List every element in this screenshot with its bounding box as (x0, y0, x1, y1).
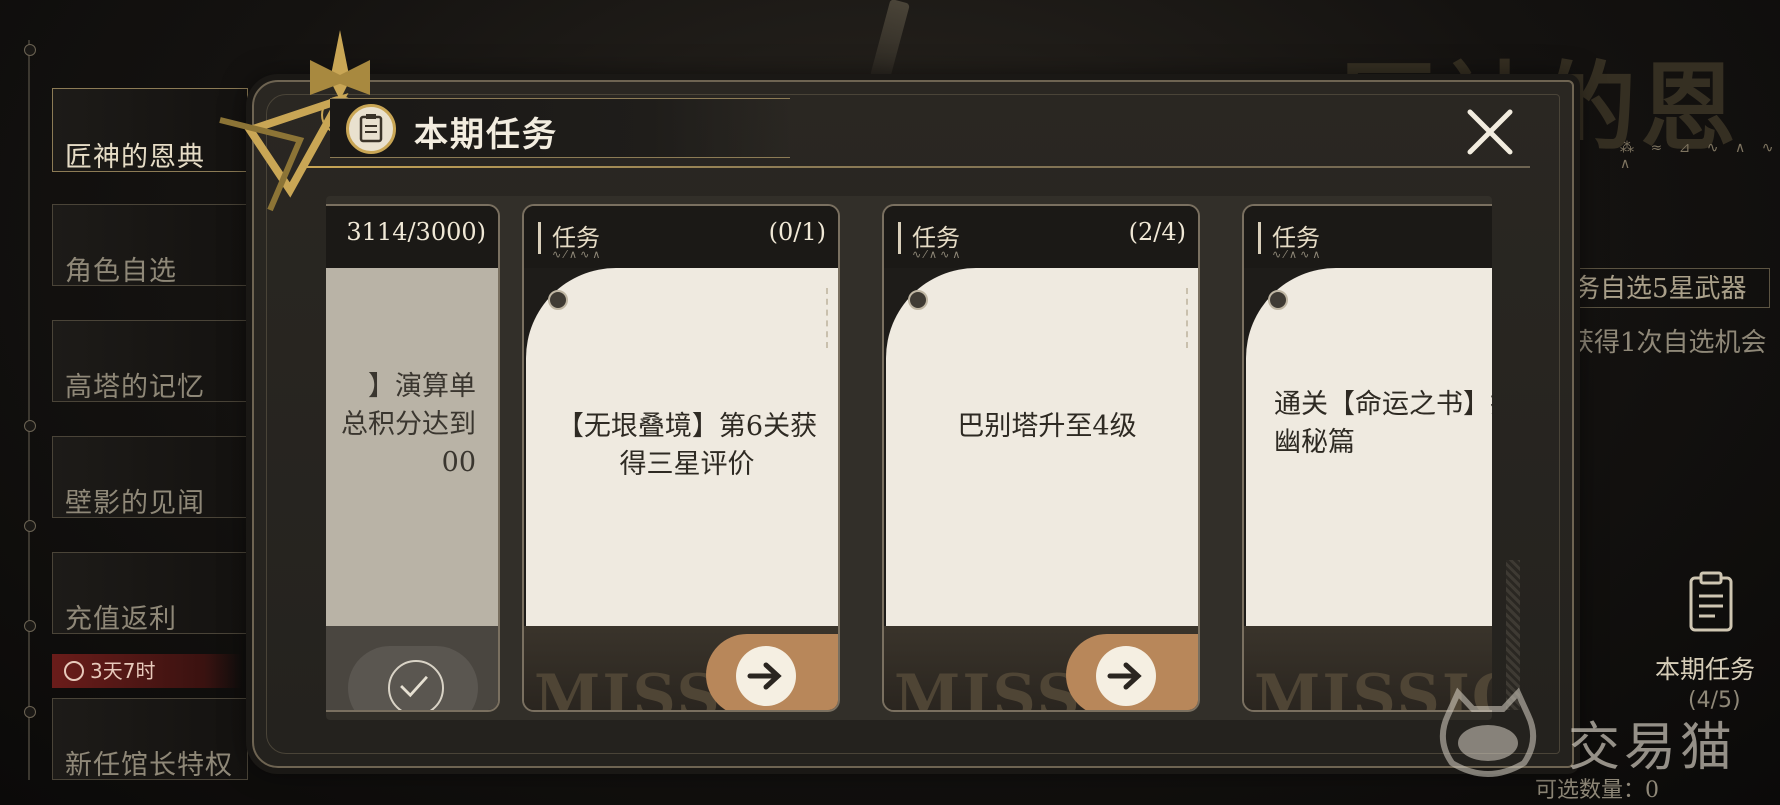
arrow-right-icon (1096, 646, 1156, 706)
timer-text: 3天7时 (90, 659, 156, 683)
task-paper: 巴别塔升至4级 (886, 268, 1198, 626)
task-card[interactable]: 任务 ∿⁄∧∿∧ (0/1) 【无垠叠境】第6关获得三星评价 MISSION (522, 204, 840, 712)
task-card-completed[interactable]: 3114/3000) 】演算单 总积分达到 00 (326, 204, 500, 712)
rail-dot (24, 706, 36, 718)
paper-edge (1183, 288, 1188, 348)
task-paper: 】演算单 总积分达到 00 (326, 268, 498, 626)
reward-tag: 务自选5星武器 (1565, 268, 1770, 308)
task-sublabel-glyphs: ∿⁄∧∿∧ (552, 248, 604, 261)
pin-icon (1268, 290, 1288, 310)
task-paper: 【无垠叠境】第6关获得三星评价 (526, 268, 838, 626)
task-progress: 3114/3000) (346, 218, 486, 246)
side-item[interactable]: 充值返利 (52, 552, 248, 635)
side-item-label: 高塔的记忆 (65, 372, 205, 403)
go-button[interactable] (706, 634, 838, 710)
task-paper: 通关【命运之书】探索模式幽秘篇 (1246, 268, 1492, 626)
label-bar (898, 222, 901, 254)
side-item[interactable]: 壁影的见闻 (52, 436, 248, 519)
side-item-label: 壁影的见闻 (65, 488, 205, 519)
side-item-label: 充值返利 (65, 604, 177, 635)
card-header: 任务 ∿⁄∧∿∧ (2/4) (884, 206, 1198, 268)
side-rail (28, 40, 30, 780)
rail-dot (24, 420, 36, 432)
completed-button[interactable] (348, 646, 478, 710)
reward-desc: 获得1次自选机会 (1568, 328, 1767, 358)
close-icon[interactable] (1462, 104, 1518, 160)
task-description: 通关【命运之书】探索模式幽秘篇 (1274, 389, 1492, 458)
pin-icon (548, 290, 568, 310)
label-bar (1258, 222, 1261, 254)
rail-dot (24, 44, 36, 56)
card-header: 任务 ∿⁄∧∿∧ (1244, 206, 1492, 268)
side-item-label: 匠神的恩典 (65, 142, 205, 173)
card-footer: MISSION (524, 626, 838, 710)
task-progress: (2/4) (1128, 218, 1186, 246)
go-button[interactable] (1066, 634, 1198, 710)
card-footer: MISSION (884, 626, 1198, 710)
side-item-label: 角色自选 (65, 256, 177, 287)
clock-icon (64, 661, 84, 681)
timer-badge: 3天7时 (52, 654, 242, 688)
modal-header-bar (330, 98, 790, 158)
side-item[interactable]: 高塔的记忆 (52, 320, 248, 403)
card-header: 3114/3000) (326, 206, 498, 268)
task-description: 【无垠叠境】第6关获得三星评价 (556, 411, 818, 480)
cat-logo-icon (1439, 687, 1537, 777)
clipboard-icon (346, 104, 396, 154)
task-entry-label[interactable]: 本期任务 (1655, 650, 1755, 686)
rail-dot (24, 620, 36, 632)
card-header: 任务 ∿⁄∧∿∧ (0/1) (524, 206, 838, 268)
task-sublabel-glyphs: ∿⁄∧∿∧ (912, 248, 964, 261)
label-bar (538, 222, 541, 254)
task-card[interactable]: 任务 ∿⁄∧∿∧ (2/4) 巴别塔升至4级 MISSION (882, 204, 1200, 712)
dagger-decoration (869, 0, 911, 82)
task-progress: (0/1) (768, 218, 826, 246)
modal-header-line (300, 166, 1530, 168)
pin-icon (908, 290, 928, 310)
task-description: 巴别塔升至4级 (957, 411, 1137, 442)
task-card-list[interactable]: 3114/3000) 】演算单 总积分达到 00 任务 ∿⁄∧∿∧ (0/1) … (326, 196, 1492, 720)
task-card[interactable]: 任务 ∿⁄∧∿∧ 通关【命运之书】探索模式幽秘篇 MISSION (1242, 204, 1492, 712)
event-subtitle-glyphs: ⁂ ≈ ⊿ ∿ ∧ ∿ ∧ (1620, 140, 1780, 172)
check-icon (388, 660, 444, 710)
side-item[interactable]: 新任馆长特权 (52, 698, 248, 781)
arrow-right-icon (736, 646, 796, 706)
clipboard-icon[interactable] (1683, 570, 1739, 634)
modal-title: 本期任务 (414, 115, 558, 155)
paper-edge (823, 288, 828, 348)
card-footer (326, 626, 498, 710)
rail-dot (24, 520, 36, 532)
watermark-text: 交易猫 (1568, 718, 1737, 778)
task-sublabel-glyphs: ∿⁄∧∿∧ (1272, 248, 1324, 261)
side-item-label: 新任馆长特权 (65, 750, 233, 781)
task-description: 】演算单 总积分达到 00 (341, 371, 476, 478)
